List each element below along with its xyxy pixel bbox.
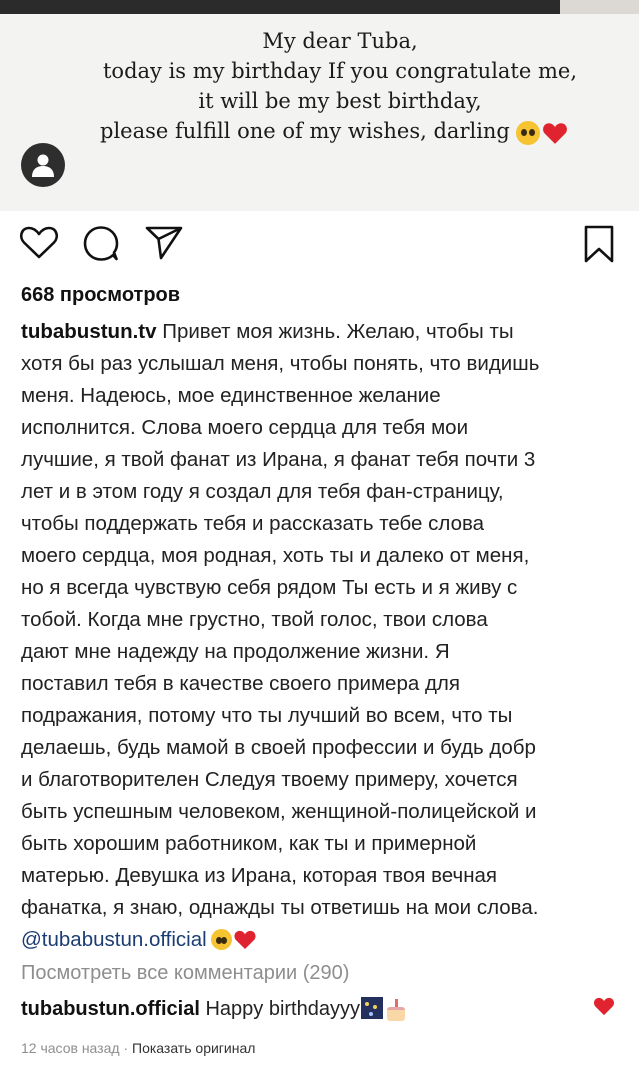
caption-line: лет и в этом году я создал для тебя фан-… [21,480,504,503]
pleading-face-icon [515,120,540,145]
caption-line: тобой. Когда мне грустно, твой голос, тв… [21,608,488,631]
post-timestamp: 12 часов назад [21,1040,120,1056]
views-count[interactable]: 668 просмотров [21,284,180,307]
comment-row: tubabustun.official Happy birthdayyy [21,997,407,1021]
caption-line: подражания, потому что ты лучший во всем… [21,704,513,727]
post-image-line-4: please fulfill one of my wishes, darling [100,119,510,143]
meta-separator: · [123,1040,129,1056]
post-image-line-2: today is my birthday If you congratulate… [102,59,577,83]
caption-line: делаешь, будь мамой в своей профессии и … [21,736,536,759]
red-heart-icon [542,122,567,144]
caption-line: чтобы поддержать тебя и рассказать тебе … [21,512,485,535]
caption-line: исполнится. Слова моего сердца для тебя … [21,416,469,439]
caption-line: но я всегда чувствую себя рядом Ты есть … [21,576,518,599]
heart-outline-icon[interactable] [19,224,59,260]
caption-line: Привет моя жизнь. Желаю, чтобы ты [162,320,514,343]
post-caption: tubabustun.tv Привет моя жизнь. Желаю, ч… [21,316,621,956]
caption-line: быть хорошим работником, как ты и пример… [21,832,477,855]
caption-mention-link[interactable]: @tubabustun.official [21,928,207,951]
caption-line: лучшие, я твой фанат из Ирана, я фанат т… [21,448,536,471]
caption-line: матерью. Девушка из Ирана, которая твоя … [21,864,498,887]
send-plane-icon[interactable] [145,224,183,260]
show-original-link[interactable]: Показать оригинал [132,1040,255,1056]
birthday-cake-icon [385,997,407,1021]
caption-line: дают мне надежду на продолжение жизни. Я [21,640,450,663]
pleading-face-icon [210,929,232,950]
post-image-line-1: My dear Tuba, [262,29,418,53]
caption-line: поставил тебя в качестве своего примера … [21,672,460,695]
comment-text: Happy birthdayyy [205,998,360,1020]
comment-bubble-icon[interactable] [83,224,119,262]
night-sky-icon [360,997,383,1019]
caption-line: моего сердца, моя родная, хоть ты и дале… [21,544,530,567]
post-actions-bar [0,224,639,268]
view-all-comments-link[interactable]: Посмотреть все комментарии (290) [21,962,349,985]
caption-line: и благотворителен Следуя твоему примеру,… [21,768,518,791]
bookmark-icon[interactable] [583,224,615,264]
post-image-text: My dear Tuba, today is my birthday If yo… [60,26,620,146]
post-meta: 12 часов назад · Показать оригинал [21,1040,255,1056]
comment-username[interactable]: tubabustun.official [21,998,200,1020]
caption-line: хотя бы раз услышал меня, чтобы понять, … [21,352,540,375]
post-image-line-3: it will be my best birthday, [198,89,482,113]
caption-username[interactable]: tubabustun.tv [21,320,157,343]
red-heart-icon [234,930,256,950]
caption-line: быть успешным человеком, женщиной-полице… [21,800,537,823]
comment-liked-heart-icon[interactable] [593,996,615,1016]
caption-line: фанатка, я знаю, однажды ты ответишь на … [21,896,539,919]
previous-post-image-strip [0,0,639,14]
caption-line: меня. Надеюсь, мое единственное желание [21,384,441,407]
user-avatar-icon[interactable] [21,143,65,187]
